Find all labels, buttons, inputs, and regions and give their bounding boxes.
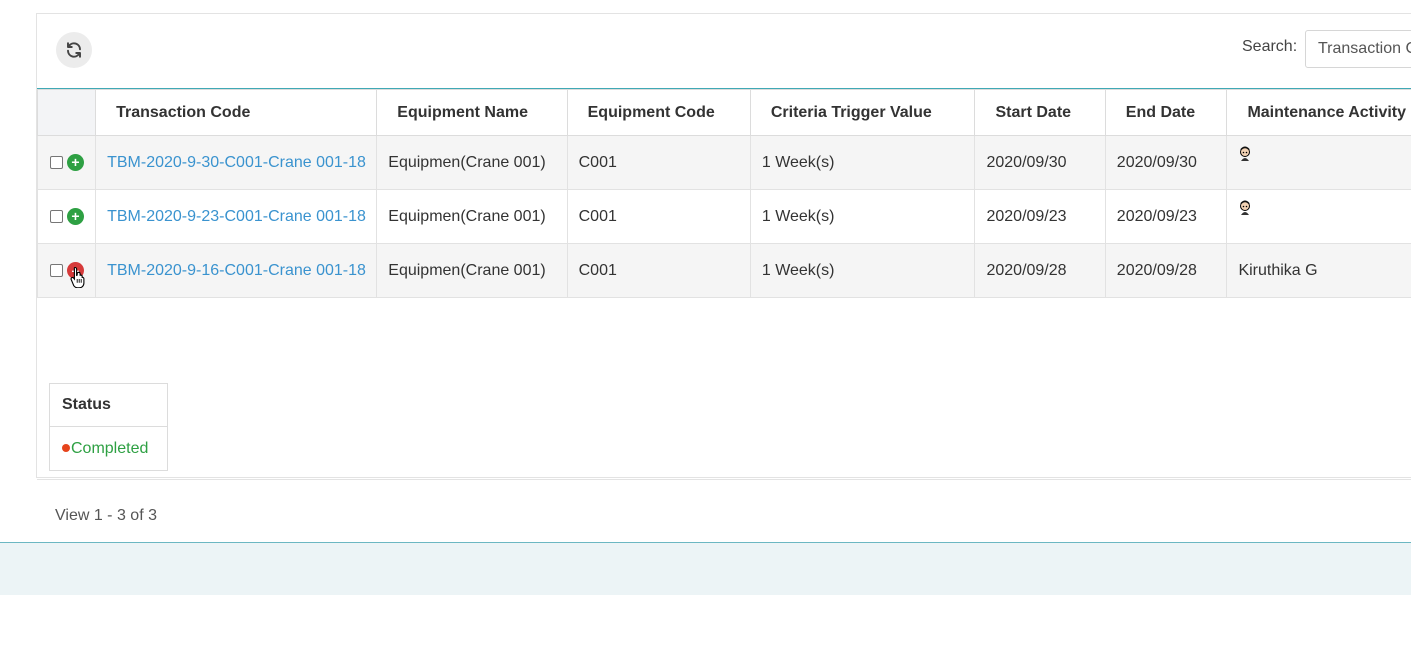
cell-equipment-name: Equipmen(Crane 001) — [376, 243, 568, 298]
status-subgrid: Status Completed — [49, 383, 168, 471]
table-row[interactable]: – TBM-2020-9-16-C001-Crane 001-18 Equipmen… — [36, 243, 1411, 298]
cell-maintenance-activity — [1226, 135, 1411, 190]
status-text: Completed — [71, 439, 149, 457]
select-column-header — [36, 89, 97, 136]
row-checkbox[interactable] — [50, 155, 63, 169]
transaction-code-link[interactable]: TBM-2020-9-16-C001-Crane 001-18 — [107, 262, 366, 279]
refresh-icon — [67, 42, 81, 58]
row-expander-button[interactable]: – — [67, 261, 84, 279]
user-avatar-icon — [1238, 200, 1252, 221]
table-row[interactable]: + TBM-2020-9-23-C001-Crane 001-18 Equipmen… — [36, 189, 1411, 244]
column-header-end-date[interactable]: End Date — [1104, 89, 1228, 136]
grid-header-row: Transaction Code Equipment Name Equipmen… — [36, 89, 1411, 136]
cell-end-date: 2020/09/28 — [1104, 243, 1228, 298]
row-expander-button[interactable]: + — [67, 207, 84, 225]
cell-start-date: 2020/09/23 — [974, 189, 1106, 244]
maintenance-activity-text: Kiruthika G — [1238, 261, 1318, 279]
cell-maintenance-activity: Kiruthika G — [1226, 243, 1411, 298]
column-header-criteria-trigger-value[interactable]: Criteria Trigger Value — [749, 89, 976, 136]
cell-start-date: 2020/09/28 — [974, 243, 1106, 298]
cell-end-date: 2020/09/30 — [1104, 135, 1228, 190]
search-label: Search: — [1242, 38, 1298, 55]
column-header-maintenance-activity[interactable]: Maintenance Activity — [1226, 89, 1411, 136]
table-row[interactable]: + TBM-2020-9-30-C001-Crane 001-18 Equipmen… — [36, 135, 1411, 190]
grid-toolbar: Search: — [37, 14, 1411, 89]
refresh-button[interactable] — [56, 32, 92, 68]
row-select-cell: + — [36, 135, 97, 190]
cell-end-date: 2020/09/23 — [1104, 189, 1228, 244]
cell-equipment-name: Equipmen(Crane 001) — [376, 135, 568, 190]
row-checkbox[interactable] — [50, 263, 63, 277]
column-header-equipment-name[interactable]: Equipment Name — [376, 89, 568, 136]
pager-info: View 1 - 3 of 3 — [55, 507, 157, 524]
cell-criteria-trigger-value: 1 Week(s) — [749, 189, 976, 244]
cell-maintenance-activity — [1226, 189, 1411, 244]
subgrid-header-status: Status — [49, 383, 168, 427]
cell-transaction-code: TBM-2020-9-16-C001-Crane 001-18 — [95, 243, 378, 298]
cell-criteria-trigger-value: 1 Week(s) — [749, 135, 976, 190]
row-select-cell: – — [36, 243, 97, 298]
row-checkbox[interactable] — [50, 209, 63, 223]
search-input[interactable] — [1305, 30, 1411, 68]
grid-panel: Search: Transaction Code Equipment Name … — [36, 13, 1411, 524]
subgrid-status-cell: Completed — [49, 426, 168, 471]
cell-equipment-code: C001 — [566, 135, 751, 190]
grid-divider — [37, 479, 1411, 480]
user-avatar-icon — [1238, 146, 1252, 167]
row-select-cell: + — [36, 189, 97, 244]
column-header-start-date[interactable]: Start Date — [974, 89, 1106, 136]
cell-transaction-code: TBM-2020-9-30-C001-Crane 001-18 — [95, 135, 378, 190]
column-header-transaction-code[interactable]: Transaction Code — [95, 89, 378, 136]
column-header-equipment-code[interactable]: Equipment Code — [566, 89, 751, 136]
cell-criteria-trigger-value: 1 Week(s) — [749, 243, 976, 298]
cell-equipment-code: C001 — [566, 189, 751, 244]
cell-equipment-code: C001 — [566, 243, 751, 298]
cell-equipment-name: Equipmen(Crane 001) — [376, 189, 568, 244]
data-grid: Transaction Code Equipment Name Equipmen… — [36, 89, 1411, 524]
status-dot-icon — [62, 443, 70, 452]
row-expander-button[interactable]: + — [67, 153, 84, 171]
cell-transaction-code: TBM-2020-9-23-C001-Crane 001-18 — [95, 189, 378, 244]
cell-start-date: 2020/09/30 — [974, 135, 1106, 190]
page-footer — [0, 542, 1411, 595]
transaction-code-link[interactable]: TBM-2020-9-23-C001-Crane 001-18 — [107, 208, 366, 225]
transaction-code-link[interactable]: TBM-2020-9-30-C001-Crane 001-18 — [107, 154, 366, 171]
